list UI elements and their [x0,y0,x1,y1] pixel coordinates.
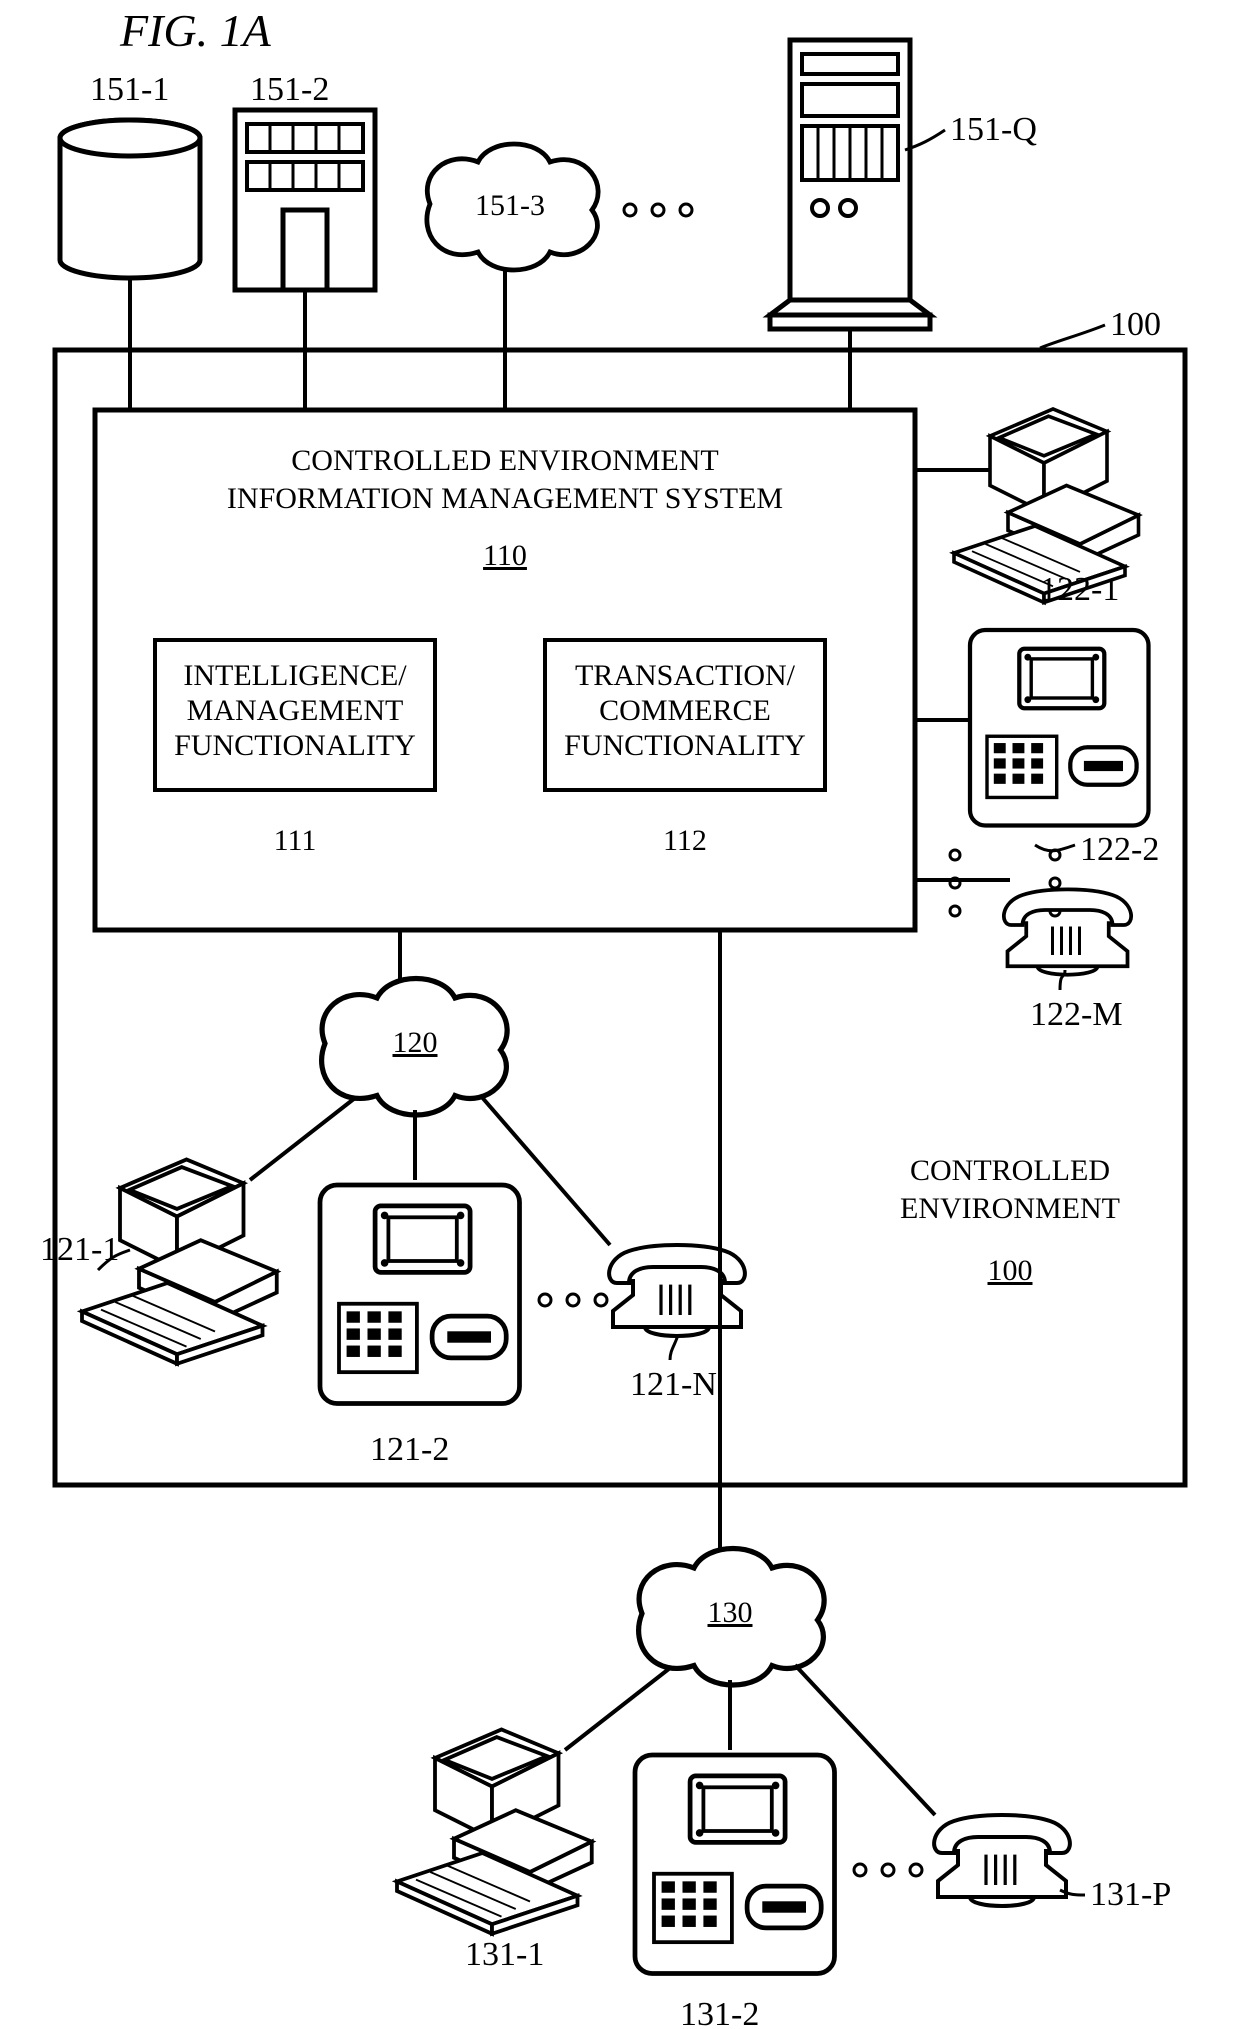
func-right-l1: TRANSACTION/ [575,659,796,692]
figure-title: FIG. 1A [119,5,272,56]
phone-122-m-label: 122-M [1030,996,1123,1033]
database-icon [60,120,200,278]
func-right-l3: FUNCTIONALITY [564,729,806,762]
db-label: 151-1 [90,71,169,108]
controlled-env-ref: 100 [988,1254,1033,1287]
func-right-l2: COMMERCE [599,694,771,727]
system-box-l1: CONTROLLED ENVIRONMENT [291,444,718,477]
func-left-ref: 111 [274,824,317,857]
func-right-ref: 112 [663,824,707,857]
server-label: 151-Q [950,111,1037,148]
phone-131-p-label: 131-P [1090,1876,1171,1913]
cloud-130-label: 130 [708,1596,753,1629]
kiosk-121-2-label: 121-2 [370,1431,449,1468]
cloud-151-3-label: 151-3 [475,189,545,222]
func-left-l1: INTELLIGENCE/ [183,659,407,692]
func-left-l2: MANAGEMENT [187,694,404,727]
pc-131-1 [397,1730,592,1934]
kiosk-131-2-label: 131-2 [680,1996,759,2029]
building-label: 151-2 [250,71,329,108]
building-icon [235,110,375,290]
kiosk-121-2 [320,1185,520,1404]
controlled-env-l2: ENVIRONMENT [900,1192,1120,1225]
func-left-l3: FUNCTIONALITY [174,729,416,762]
kiosk-122-2 [970,630,1149,826]
pc-122-1-label: 122-1 [1040,571,1119,608]
kiosk-131-2 [635,1755,835,1974]
controlled-env-l1: CONTROLLED [910,1154,1110,1187]
system-box-ref: 110 [483,539,527,572]
phone-131-p [934,1815,1070,1906]
pc-131-1-label: 131-1 [465,1936,544,1973]
system-box-l2: INFORMATION MANAGEMENT SYSTEM [227,482,783,515]
cloud-120-label: 120 [393,1026,438,1059]
phone-122-m [1004,889,1131,974]
phone-121-n [609,1245,745,1336]
controlled-env-ref-top: 100 [1110,306,1161,343]
kiosk-122-2-label: 122-2 [1080,831,1159,868]
phone-121-n-label: 121-N [630,1366,717,1403]
server-icon [770,40,930,329]
diagram-svg: FIG. 1A 151-1 151-2 151-3 151-Q 100 CONT… [0,0,1240,2029]
